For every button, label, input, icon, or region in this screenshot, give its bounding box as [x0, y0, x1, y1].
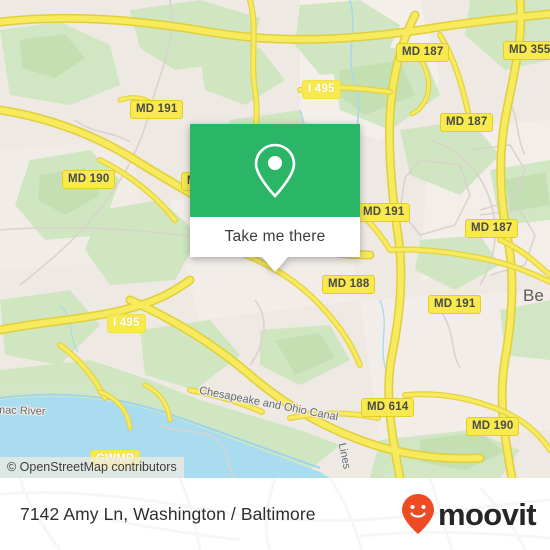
- road-shield: I 495: [302, 80, 341, 99]
- map-pin-icon: [254, 143, 296, 198]
- map-attribution[interactable]: © OpenStreetMap contributors: [0, 457, 184, 478]
- road-shield: MD 187: [440, 113, 494, 132]
- moovit-logo[interactable]: moovit: [401, 493, 537, 535]
- popup-action-button[interactable]: Take me there: [190, 217, 360, 257]
- moovit-map-screen: MD 187 MD 355 I 495 MD 191 MD 187 MD 190 MD 19…: [0, 0, 550, 550]
- road-shield: MD 190: [62, 170, 116, 189]
- map-canvas[interactable]: MD 187 MD 355 I 495 MD 191 MD 187 MD 190 MD 19…: [0, 0, 550, 478]
- road-shield: MD 188: [322, 275, 376, 294]
- road-shield: MD 191: [428, 295, 482, 314]
- footer-bar: 7142 Amy Ln, Washington / Baltimore moov…: [0, 478, 550, 550]
- road-shield: MD 191: [357, 203, 411, 222]
- address-label: 7142 Amy Ln, Washington / Baltimore: [20, 503, 316, 524]
- road-shield: MD 614: [361, 398, 415, 417]
- popup-action-label: Take me there: [224, 228, 326, 245]
- road-shield: I 495: [107, 314, 146, 333]
- road-shield: MD 187: [465, 219, 519, 238]
- destination-popup-card[interactable]: Take me there: [190, 124, 360, 272]
- road-shield: MD 187: [396, 43, 450, 62]
- moovit-pin-icon: [401, 494, 434, 534]
- map-text-label: Be: [523, 286, 544, 305]
- map-text-label: mac River: [0, 404, 46, 418]
- road-shield: MD 191: [130, 100, 184, 119]
- popup-header: [190, 124, 360, 217]
- road-shield: MD 190: [466, 417, 520, 436]
- road-shield: MD 355: [503, 41, 550, 60]
- popup-tail: [262, 257, 288, 272]
- moovit-wordmark: moovit: [437, 496, 537, 532]
